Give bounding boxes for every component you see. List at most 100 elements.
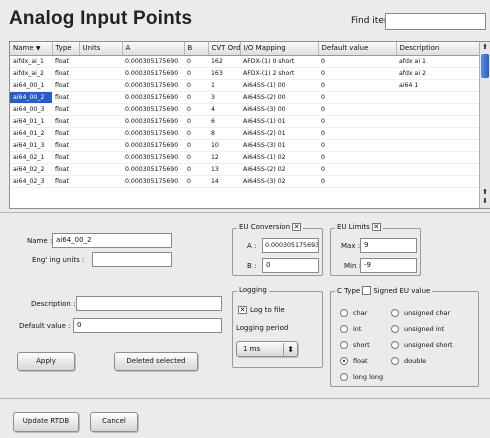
scroll-up-icon[interactable]: ⬆ <box>480 43 490 52</box>
column-header-io-mapping[interactable]: I/O Mapping <box>240 42 319 56</box>
log-to-file-checkbox[interactable]: ✕ <box>238 306 247 314</box>
find-item-input[interactable] <box>385 13 486 30</box>
table-cell: 0 <box>318 55 396 68</box>
table-cell: AI64SS-(2) 01 <box>240 127 318 140</box>
column-header-cvt-order[interactable]: CVT Order <box>208 42 241 56</box>
table-cell: float <box>52 139 79 152</box>
table-cell <box>79 79 122 92</box>
cancel-button[interactable]: Cancel <box>90 412 138 432</box>
log-to-file-row[interactable]: ✕ Log to file <box>238 306 285 314</box>
eng-units-input[interactable] <box>92 252 172 267</box>
ctype-radio-int[interactable] <box>340 325 348 333</box>
table-row[interactable]: ai64_02_3 float 0.000305175690 0 14 AI64SS-(3… <box>10 175 480 188</box>
table-row[interactable]: ai64_00_2 float 0.000305175690 0 3 AI64SS-(2)… <box>10 91 480 104</box>
table-row[interactable]: ai64_02_2 float 0.000305175690 0 13 AI64SS-(2… <box>10 163 480 176</box>
eu-limits-toggle-icon[interactable]: ✕ <box>371 223 381 231</box>
table-cell: 0 <box>184 115 208 128</box>
table-row[interactable]: ai64_01_1 float 0.000305175690 0 6 AI64SS-(1)… <box>10 115 480 128</box>
scroll-down-icon[interactable]: ⬇ <box>480 197 490 206</box>
column-header-units[interactable]: Units <box>79 42 123 56</box>
table-cell: 163 <box>208 67 240 80</box>
table-cell: 0 <box>318 115 396 128</box>
column-header-b[interactable]: B <box>184 42 209 56</box>
update-rtdb-button[interactable]: Update RTDB <box>13 412 79 432</box>
table-cell: 0.000305175690 <box>122 115 184 128</box>
ctype-radio-unsigned-char[interactable] <box>391 309 399 317</box>
name-label: Name : <box>27 237 53 245</box>
name-input[interactable]: ai64_00_2 <box>52 233 172 248</box>
column-header-type[interactable]: Type <box>52 42 80 56</box>
table-cell: ai64_02_3 <box>10 175 52 188</box>
ctype-radio-float[interactable] <box>340 357 348 365</box>
eu-limits-title: EU Limits <box>337 223 370 231</box>
scrollbar-thumb[interactable] <box>481 54 489 78</box>
table-cell: ai64_00_2 <box>10 91 52 104</box>
description-input[interactable] <box>76 296 222 311</box>
table-vertical-scrollbar[interactable]: ⬆ ⬆ ⬇ <box>479 42 490 208</box>
table-cell: afdx ai 2 <box>396 67 480 80</box>
section-divider <box>0 212 490 213</box>
table-row[interactable]: ai64_01_3 float 0.000305175690 0 10 AI64SS-(3… <box>10 139 480 152</box>
table-row[interactable]: ai64_00_3 float 0.000305175690 0 4 AI64SS-(3)… <box>10 103 480 116</box>
table-row[interactable]: ai64_02_1 float 0.000305175690 0 12 AI64SS-(1… <box>10 151 480 164</box>
eu-conversion-title: EU Conversion <box>239 223 291 231</box>
ctype-title: C Type <box>337 286 361 295</box>
column-header-default-value[interactable]: Default value <box>318 42 397 56</box>
table-cell: ai64_02_2 <box>10 163 52 176</box>
table-cell <box>396 115 480 128</box>
signed-eu-value-checkbox[interactable] <box>362 286 372 295</box>
table-cell: 0.000305175690 <box>122 151 184 164</box>
table-row[interactable]: aifdx_ai_1 float 0.000305175690 0 162 AFDX-(1… <box>10 55 480 68</box>
eu-conversion-toggle-icon[interactable]: ✕ <box>292 223 302 231</box>
table-cell: 0 <box>318 103 396 116</box>
table-cell: afdx ai 1 <box>396 55 480 68</box>
delete-selected-button[interactable]: Deleted selected <box>114 352 198 371</box>
logging-title: Logging <box>239 286 267 294</box>
table-cell <box>79 163 122 176</box>
eng-units-label: Eng' ing units : <box>32 256 85 264</box>
table-cell: 0.000305175690 <box>122 175 184 188</box>
table-cell: ai64_01_1 <box>10 115 52 128</box>
eu-min-input[interactable]: -9 <box>360 258 417 273</box>
eu-max-input[interactable]: 9 <box>360 238 417 253</box>
table-row[interactable]: ai64_01_2 float 0.000305175690 0 8 AI64SS-(2)… <box>10 127 480 140</box>
table-body: aifdx_ai_1 float 0.000305175690 0 162 AFDX-(1… <box>10 55 480 188</box>
default-value-label: Default value : <box>19 322 71 330</box>
table-cell: 0.000305175690 <box>122 127 184 140</box>
table-cell: AI64SS-(3) 01 <box>240 139 318 152</box>
signed-eu-value-label: Signed EU value <box>373 286 431 295</box>
table-cell: ai64_01_2 <box>10 127 52 140</box>
logging-period-label: Logging period <box>236 324 289 332</box>
eu-max-label: Max : <box>341 242 361 250</box>
ctype-radio-double[interactable] <box>391 357 399 365</box>
ctype-radio-short[interactable] <box>340 341 348 349</box>
log-to-file-label: Log to file <box>250 306 285 314</box>
eu-b-input[interactable]: 0 <box>262 258 319 273</box>
apply-button[interactable]: Apply <box>17 352 75 371</box>
scroll-up-icon[interactable]: ⬆ <box>480 188 490 197</box>
table-cell <box>396 175 480 188</box>
ctype-radio-unsigned-short[interactable] <box>391 341 399 349</box>
table-cell: 0 <box>184 79 208 92</box>
column-header-a[interactable]: A <box>122 42 185 56</box>
table-cell: 0 <box>318 79 396 92</box>
default-value-input[interactable]: 0 <box>73 318 222 333</box>
table-cell: aifdx_ai_1 <box>10 55 52 68</box>
table-row[interactable]: aifdx_ai_2 float 0.000305175690 0 163 AFDX-(1… <box>10 67 480 80</box>
ctype-radio-long-long[interactable] <box>340 373 348 381</box>
table-cell: 0 <box>318 151 396 164</box>
table-cell <box>396 127 480 140</box>
column-header-description[interactable]: Description <box>396 42 481 56</box>
ctype-radio-unsigned-int[interactable] <box>391 325 399 333</box>
ctype-radio-label: unsigned char <box>404 309 451 317</box>
points-grid: Name ▼ Type Units A B CVT Order I/O Mapp… <box>10 42 481 188</box>
column-header-name[interactable]: Name ▼ <box>10 42 53 56</box>
eu-a-input[interactable]: 0.000305175693 <box>262 238 319 253</box>
ctype-radio-char[interactable] <box>340 309 348 317</box>
table-cell: 0 <box>318 139 396 152</box>
table-cell <box>79 151 122 164</box>
logging-period-select[interactable]: 1 ms ⬍ <box>236 341 298 357</box>
table-row[interactable]: ai64_00_1 float 0.000305175690 0 1 AI64SS-(1)… <box>10 79 480 92</box>
table-cell <box>79 139 122 152</box>
ctype-radio-label: char <box>353 309 368 317</box>
